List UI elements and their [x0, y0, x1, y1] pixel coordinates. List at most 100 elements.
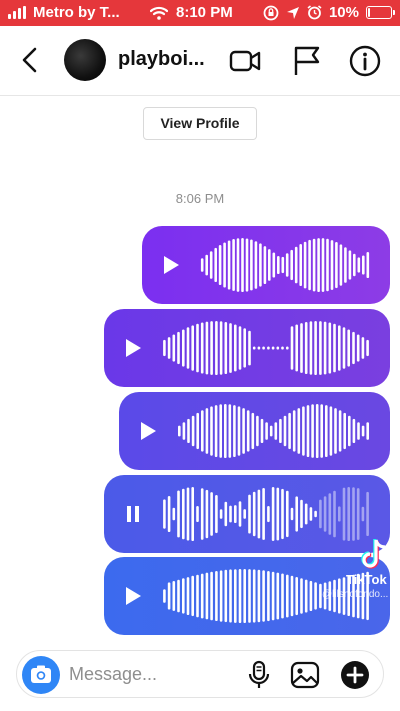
- back-chevron-icon[interactable]: [18, 46, 42, 74]
- wifi-icon: [150, 6, 168, 20]
- waveform-bar: [366, 339, 369, 357]
- tiktok-logo-icon: [361, 539, 386, 569]
- tiktok-username: @lilsnofondo...: [322, 589, 389, 600]
- waveform-bar: [334, 408, 337, 454]
- waveform-bar: [248, 494, 251, 534]
- waveform-bar: [333, 490, 336, 538]
- waveform-bar: [262, 570, 265, 622]
- waveform-bar: [241, 238, 244, 292]
- play-icon[interactable]: [124, 338, 142, 358]
- waveform-bar: [339, 244, 343, 286]
- waveform-bar: [294, 246, 298, 284]
- pause-icon[interactable]: [124, 504, 142, 524]
- waveform-bar: [309, 321, 313, 375]
- waveform-bar: [248, 330, 251, 366]
- waveform-bar: [186, 577, 190, 615]
- clock: 8:10 PM: [176, 4, 233, 21]
- waveform-bar: [302, 406, 305, 456]
- play-icon[interactable]: [124, 586, 142, 606]
- play-icon[interactable]: [139, 421, 157, 441]
- waveform[interactable]: [162, 485, 370, 543]
- waveform-bar: [196, 574, 199, 618]
- waveform-bar: [329, 406, 333, 456]
- waveform-bar: [242, 408, 245, 454]
- waveform-bar: [300, 499, 303, 529]
- waveform-bar: [201, 410, 204, 452]
- waveform-bar: [205, 254, 208, 276]
- waveform-bar: [223, 242, 226, 288]
- waveform[interactable]: [177, 402, 370, 460]
- waveform-bar: [233, 405, 236, 457]
- waveform-bar: [260, 418, 264, 443]
- waveform-bar: [319, 321, 322, 375]
- gallery-icon[interactable]: [289, 659, 321, 691]
- microphone-icon[interactable]: [243, 659, 275, 691]
- voice-message-bubble[interactable]: [142, 226, 390, 304]
- message-input[interactable]: [69, 659, 219, 689]
- waveform-bar: [330, 240, 334, 290]
- waveform-bar: [191, 487, 194, 541]
- waveform-bar: [248, 569, 251, 623]
- voice-message-bubble[interactable]: [104, 309, 390, 387]
- waveform-bar: [309, 507, 313, 521]
- waveform-bar: [361, 337, 365, 359]
- sticker-add-icon[interactable]: [339, 659, 371, 691]
- waveform-bar: [323, 321, 327, 375]
- waveform-bar: [227, 240, 231, 290]
- waveform-bar: [214, 247, 217, 282]
- waveform-bar: [323, 496, 327, 532]
- waveform-bar: [361, 506, 365, 522]
- waveform-bar: [285, 253, 289, 277]
- waveform-bar: [257, 569, 261, 623]
- waveform-bar: [304, 579, 308, 613]
- waveform-bar: [210, 571, 213, 621]
- play-icon[interactable]: [162, 255, 180, 275]
- waveform-bar: [172, 334, 176, 362]
- chat-title[interactable]: playboi...: [118, 48, 205, 71]
- carrier-label: Metro by T...: [33, 4, 120, 21]
- waveform-bar: [286, 346, 289, 350]
- waveform-bar: [267, 346, 270, 350]
- waveform-bar: [224, 569, 228, 623]
- waveform-bar: [215, 571, 218, 621]
- avatar[interactable]: [64, 39, 106, 81]
- flag-icon[interactable]: [290, 44, 324, 78]
- waveform-bar: [288, 412, 291, 450]
- waveform[interactable]: [162, 319, 370, 377]
- waveform-bar: [215, 495, 218, 534]
- waveform-bar: [268, 249, 271, 281]
- info-icon[interactable]: [348, 44, 382, 78]
- waveform-bar: [224, 501, 228, 527]
- waveform-bar: [347, 487, 350, 541]
- waveform-bar: [272, 252, 276, 278]
- waveform-bar: [352, 487, 355, 541]
- lock-rotation-icon: [263, 5, 279, 20]
- waveform-bar: [252, 491, 256, 537]
- waveform-bar: [250, 239, 253, 291]
- video-call-icon[interactable]: [228, 44, 262, 78]
- voice-message-bubble[interactable]: [119, 392, 390, 470]
- waveform-bar: [267, 506, 270, 523]
- camera-icon: [31, 665, 51, 683]
- waveform-bar: [356, 334, 360, 362]
- waveform-bar: [276, 572, 280, 620]
- waveform-bar: [320, 404, 323, 458]
- waveform[interactable]: [200, 236, 370, 294]
- waveform-bar: [304, 322, 308, 374]
- waveform-bar: [262, 346, 265, 350]
- waveform-bar: [366, 422, 369, 440]
- waveform-bar: [348, 250, 352, 280]
- camera-button[interactable]: [22, 656, 60, 694]
- waveform-bar: [333, 323, 336, 373]
- waveform-bar: [357, 422, 360, 440]
- waveform-bar: [347, 329, 350, 367]
- waveform-bar: [163, 589, 166, 603]
- waveform-bar: [256, 415, 259, 447]
- waveform-bar: [210, 406, 213, 456]
- waveform-bar: [224, 322, 228, 374]
- waveform-bar: [182, 578, 185, 614]
- waveform-bar: [186, 327, 190, 369]
- location-icon: [286, 6, 299, 19]
- waveform-bar: [335, 242, 338, 289]
- view-profile-button[interactable]: View Profile: [143, 107, 257, 140]
